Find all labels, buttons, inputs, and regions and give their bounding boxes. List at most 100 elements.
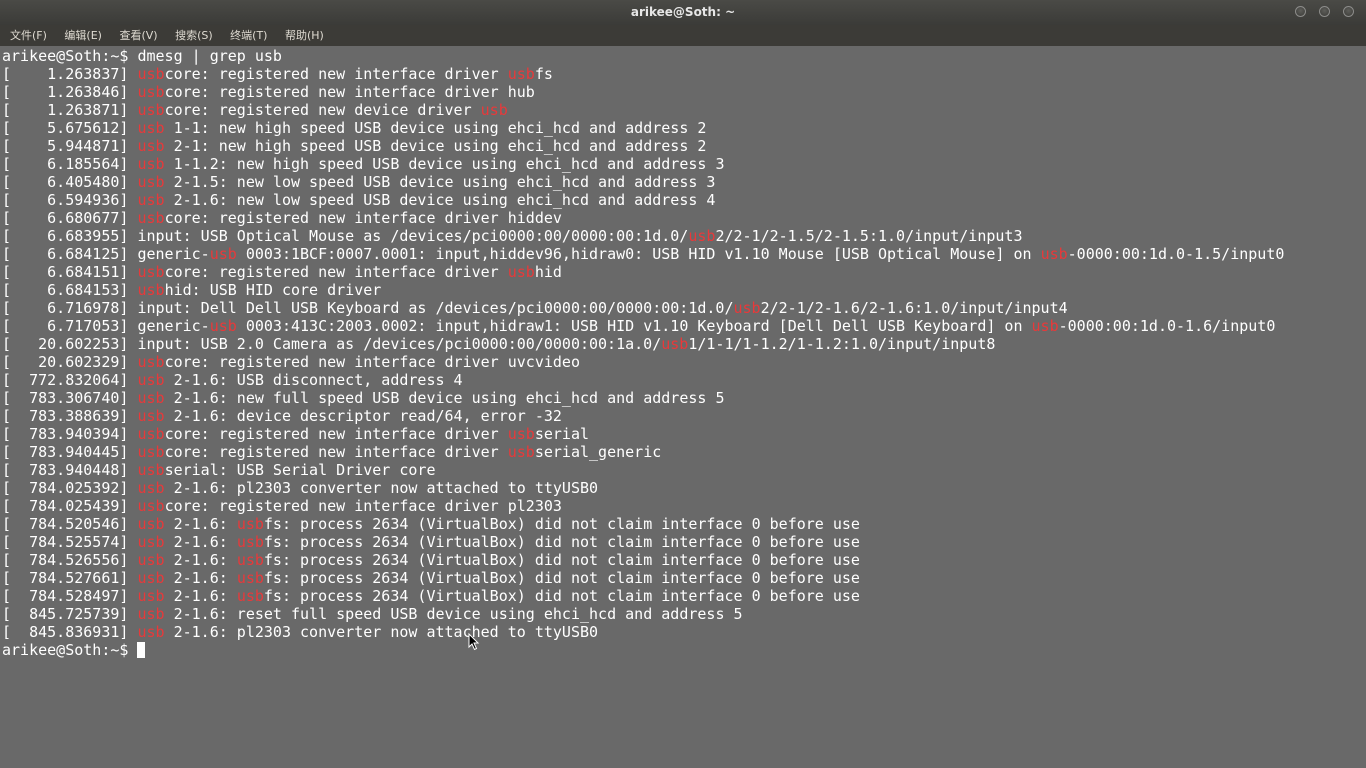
line-text: 2-1.5: new low speed USB device using eh… [164,173,716,191]
terminal-line: [ 784.520546] usb 2-1.6: usbfs: process … [2,515,1366,533]
highlighted-match: usb [209,317,237,335]
highlighted-match: usb [137,587,165,605]
title-bar[interactable]: arikee@Soth: ~ [0,0,1366,25]
close-icon[interactable] [1343,6,1354,17]
line-text: [ 6.405480] [2,173,138,191]
highlighted-match: usb [236,551,264,569]
menu-help[interactable]: 帮助(H) [280,25,329,46]
terminal-line: [ 6.185564] usb 1-1.2: new high speed US… [2,155,1366,173]
highlighted-match: usb [137,407,165,425]
highlighted-match: usb [688,227,716,245]
terminal-line: [ 6.684153] usbhid: USB HID core driver [2,281,1366,299]
line-text: [ 5.944871] [2,137,138,155]
line-text: [ 783.388639] [2,407,138,425]
line-text: [ 20.602329] [2,353,138,371]
line-text: [ 1.263837] [2,65,138,83]
terminal-line: [ 845.725739] usb 2-1.6: reset full spee… [2,605,1366,623]
line-text: core: registered new interface driver [164,443,508,461]
highlighted-match: usb [137,263,165,281]
window-title: arikee@Soth: ~ [630,5,736,19]
highlighted-match: usb [137,479,165,497]
line-text: [ 1.263846] [2,83,138,101]
line-text: 2-1.6: new low speed USB device using eh… [164,191,716,209]
shell-prompt: arikee@Soth:~$ [2,641,138,659]
line-text: 2-1.6: [164,515,237,533]
line-text: [ 783.940448] [2,461,138,479]
line-text: core: registered new interface driver uv… [164,353,580,371]
line-text: core: registered new interface driver [164,65,508,83]
line-text: 2-1.6: new full speed USB device using e… [164,389,725,407]
terminal-line: [ 784.528497] usb 2-1.6: usbfs: process … [2,587,1366,605]
line-text: [ 6.185564] [2,155,138,173]
line-text: 0003:1BCF:0007.0001: input,hiddev96,hidr… [236,245,1041,263]
highlighted-match: usb [1031,317,1059,335]
terminal-line: [ 783.940394] usbcore: registered new in… [2,425,1366,443]
highlighted-match: usb [137,551,165,569]
terminal-line: [ 772.832064] usb 2-1.6: USB disconnect,… [2,371,1366,389]
line-text: [ 6.684151] [2,263,138,281]
prompt-line[interactable]: arikee@Soth:~$ [2,641,1366,659]
mouse-pointer-icon [468,633,480,651]
line-text: 2-1: new high speed USB device using ehc… [164,137,707,155]
highlighted-match: usb [507,443,535,461]
line-text: 1-1: new high speed USB device using ehc… [164,119,707,137]
highlighted-match: usb [137,389,165,407]
line-text: [ 783.306740] [2,389,138,407]
highlighted-match: usb [507,65,535,83]
line-text: 2-1.6: [164,587,237,605]
line-text: [ 6.683955] input: USB Optical Mouse as … [2,227,689,245]
line-text: -0000:00:1d.0-1.6/input0 [1058,317,1276,335]
line-text: fs: process 2634 (VirtualBox) did not cl… [263,587,860,605]
highlighted-match: usb [661,335,689,353]
terminal-line: arikee@Soth:~$ dmesg | grep usb [2,47,1366,65]
line-text: 1/1-1/1-1.2/1-1.2:1.0/input/input8 [688,335,996,353]
menu-edit[interactable]: 编辑(E) [59,25,107,46]
highlighted-match: usb [137,65,165,83]
line-text: fs: process 2634 (VirtualBox) did not cl… [263,533,860,551]
line-text: [ 5.675612] [2,119,138,137]
line-text: fs [534,65,553,83]
line-text: 2/2-1/2-1.5/2-1.5:1.0/input/input3 [715,227,1023,245]
line-text: hid: USB HID core driver [164,281,382,299]
highlighted-match: usb [137,119,165,137]
terminal-line: [ 6.684151] usbcore: registered new inte… [2,263,1366,281]
highlighted-match: usb [236,587,264,605]
terminal-output[interactable]: arikee@Soth:~$ dmesg | grep usb[ 1.26383… [0,47,1366,768]
line-text: core: registered new interface driver pl… [164,497,562,515]
line-text: fs: process 2634 (VirtualBox) did not cl… [263,515,860,533]
highlighted-match: usb [507,425,535,443]
highlighted-match: usb [507,263,535,281]
highlighted-match: usb [236,533,264,551]
terminal-line: [ 784.025392] usb 2-1.6: pl2303 converte… [2,479,1366,497]
line-text: 2-1.6: [164,569,237,587]
terminal-line: [ 783.306740] usb 2-1.6: new full speed … [2,389,1366,407]
highlighted-match: usb [137,353,165,371]
line-text: 2-1.6: pl2303 converter now attached to … [164,623,599,641]
menu-search[interactable]: 搜索(S) [170,25,218,46]
terminal-line: [ 6.594936] usb 2-1.6: new low speed USB… [2,191,1366,209]
highlighted-match: usb [209,245,237,263]
line-text: 2-1.6: [164,551,237,569]
terminal-line: [ 20.602329] usbcore: registered new int… [2,353,1366,371]
line-text: [ 6.684125] generic- [2,245,210,263]
line-text: core: registered new interface driver hu… [164,83,535,101]
terminal-line: [ 784.526556] usb 2-1.6: usbfs: process … [2,551,1366,569]
maximize-icon[interactable] [1318,6,1330,17]
menu-view[interactable]: 查看(V) [114,25,162,46]
highlighted-match: usb [137,443,165,461]
line-text: [ 6.716978] input: Dell Dell USB Keyboar… [2,299,734,317]
terminal-line: [ 783.940445] usbcore: registered new in… [2,443,1366,461]
minimize-icon[interactable] [1294,6,1306,17]
terminal-line: [ 784.527661] usb 2-1.6: usbfs: process … [2,569,1366,587]
highlighted-match: usb [137,209,165,227]
menu-file[interactable]: 文件(F) [5,25,52,46]
highlighted-match: usb [137,425,165,443]
line-text: hid [534,263,562,281]
window-controls [1286,6,1354,20]
menu-terminal[interactable]: 终端(T) [225,25,272,46]
line-text: fs: process 2634 (VirtualBox) did not cl… [263,569,860,587]
terminal-line: [ 784.525574] usb 2-1.6: usbfs: process … [2,533,1366,551]
line-text: [ 845.725739] [2,605,138,623]
line-text: arikee@Soth:~$ dmesg | grep usb [2,47,282,65]
highlighted-match: usb [137,83,165,101]
